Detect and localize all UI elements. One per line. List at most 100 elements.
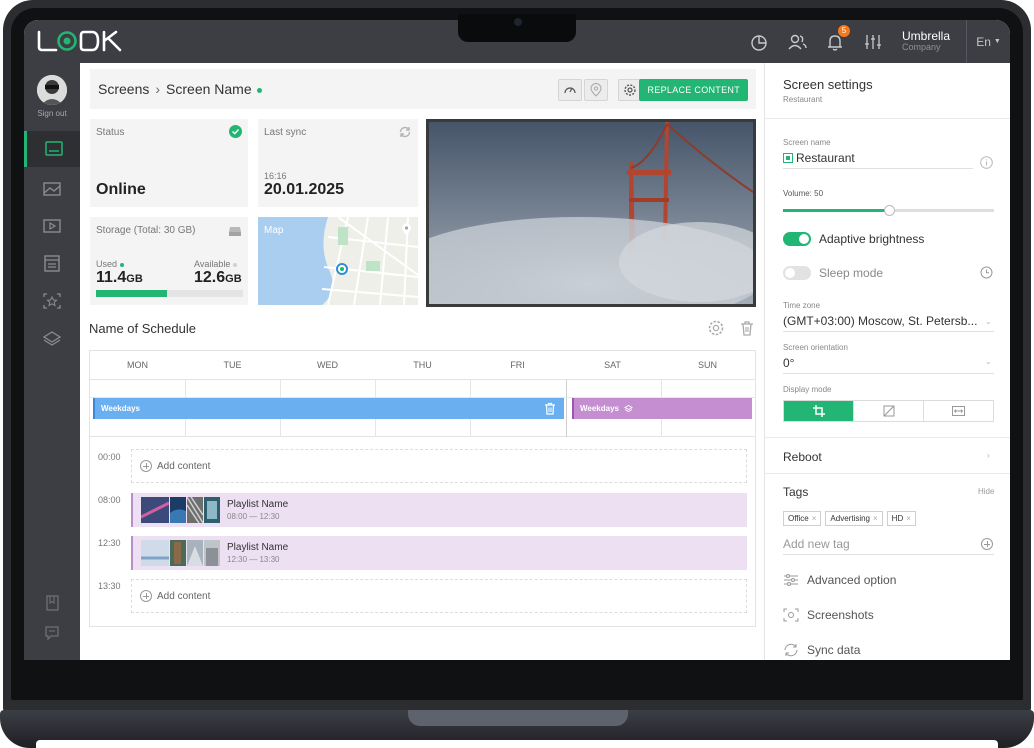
users-icon[interactable]	[786, 31, 808, 53]
notifications-icon[interactable]: 5	[824, 24, 850, 53]
sync-data-label: Sync data	[807, 643, 861, 657]
display-mode-stretch[interactable]	[854, 401, 924, 421]
slot-time: 12:30	[98, 538, 121, 548]
orientation-select[interactable]: 0°	[783, 356, 794, 370]
location-pin-icon	[590, 83, 602, 97]
sleep-mode-toggle[interactable]	[783, 266, 811, 280]
sidebar-item-schedule[interactable]	[24, 245, 80, 281]
close-icon[interactable]: ×	[873, 514, 878, 523]
company-switcher[interactable]: Umbrella Company	[902, 29, 950, 53]
playlist-thumbnail	[204, 497, 220, 523]
add-content-row[interactable]: Add content	[131, 449, 747, 483]
sign-out-link[interactable]: Sign out	[24, 109, 80, 118]
settings-button[interactable]	[618, 79, 642, 101]
storage-bar	[96, 290, 243, 297]
day-header: FRI	[510, 360, 525, 370]
divider	[765, 118, 1010, 119]
sidebar-item-layers[interactable]	[24, 321, 80, 357]
sidebar-item-playlists[interactable]	[24, 208, 80, 244]
slot-time: 08:00	[98, 495, 121, 505]
look-logo[interactable]	[36, 29, 124, 53]
day-header: SUN	[697, 360, 717, 370]
screen-name-value: Restaurant	[796, 151, 855, 165]
image-icon	[43, 182, 61, 196]
chevron-down-icon: ▼	[993, 38, 1001, 45]
playlist-row[interactable]: Playlist Name 08:00 — 12:30	[131, 493, 747, 527]
weekend-bar[interactable]: Weekdays	[572, 398, 752, 419]
playlist-icon	[43, 219, 61, 233]
volume-slider[interactable]	[783, 205, 994, 216]
breadcrumb-screens[interactable]: Screens	[98, 81, 149, 97]
breadcrumb-path: Screens › Screen Name	[98, 81, 262, 97]
notification-badge: 5	[837, 24, 850, 37]
screen-preview[interactable]	[426, 119, 756, 307]
trash-icon[interactable]	[544, 402, 556, 415]
speedometer-button[interactable]	[558, 79, 582, 101]
sidebar-item-media[interactable]	[24, 171, 80, 207]
advanced-option-row[interactable]: Advanced option	[783, 573, 896, 587]
screen-settings-panel: Screen settings Restaurant Screen name R…	[764, 63, 1010, 660]
tags-hide-link[interactable]: Hide	[978, 487, 994, 496]
screenshot-icon	[783, 608, 799, 622]
tag-chip[interactable]: HD ×	[886, 511, 916, 526]
last-sync-card: Last sync 16:16 20.01.2025	[258, 119, 418, 207]
refresh-icon[interactable]	[398, 125, 412, 139]
tag-chip[interactable]: Office ×	[783, 511, 822, 526]
screenshots-row[interactable]: Screenshots	[783, 608, 874, 622]
speedometer-icon	[564, 87, 576, 94]
weekdays-bar[interactable]: Weekdays	[93, 398, 564, 419]
equalizer-icon[interactable]	[862, 31, 884, 53]
analytics-icon[interactable]	[748, 31, 770, 53]
display-mode-crop[interactable]	[784, 401, 854, 421]
plus-circle-icon	[140, 460, 152, 472]
sidebar-item-chat[interactable]	[24, 615, 80, 651]
chevron-down-icon: ⌄	[985, 357, 992, 366]
map-label: Map	[264, 225, 284, 236]
toggle-knob	[785, 268, 795, 278]
timezone-select[interactable]: (GMT+03:00) Moscow, St. Petersb...	[783, 314, 977, 328]
adaptive-brightness-toggle[interactable]	[783, 232, 811, 246]
close-icon[interactable]: ×	[906, 514, 911, 523]
adaptive-brightness-label: Adaptive brightness	[819, 232, 925, 246]
map-card[interactable]: Map	[258, 217, 418, 305]
add-content-row[interactable]: Add content	[131, 579, 747, 613]
drive-icon	[229, 227, 241, 236]
sidebar-item-screens[interactable]	[24, 131, 80, 167]
color-marker	[783, 153, 793, 163]
replace-content-button[interactable]: REPLACE CONTENT	[639, 79, 748, 101]
check-circle-icon	[229, 125, 242, 138]
settings-subtitle: Restaurant	[783, 95, 823, 104]
volume-label: Volume: 50	[783, 189, 824, 198]
location-button[interactable]	[584, 79, 608, 101]
avatar[interactable]	[37, 75, 67, 105]
tag-chip[interactable]: Advertising ×	[825, 511, 883, 526]
plus-circle-icon	[140, 590, 152, 602]
add-tag-input[interactable]: Add new tag	[783, 537, 850, 551]
clock-icon[interactable]	[980, 266, 993, 279]
display-mode-selector	[783, 400, 994, 422]
reboot-row[interactable]: Reboot	[783, 450, 822, 464]
chevron-right-icon: ›	[987, 451, 990, 460]
plus-circle-icon[interactable]	[981, 538, 993, 550]
display-mode-fit[interactable]	[924, 401, 993, 421]
sync-data-row[interactable]: Sync data	[783, 643, 860, 657]
storage-card: Storage (Total: 30 GB) Used Available 11…	[90, 217, 248, 305]
screen-name-field[interactable]: Restaurant	[783, 151, 855, 165]
breadcrumb: Screens › Screen Name REPLACE CONTENT	[90, 69, 756, 109]
volume-slider-handle[interactable]	[883, 205, 895, 216]
tag-list: Office × Advertising × HD ×	[783, 508, 920, 526]
language-selector[interactable]: En ▼	[966, 20, 1010, 63]
close-icon[interactable]: ×	[812, 514, 817, 523]
sidebar-item-templates[interactable]	[24, 283, 80, 319]
info-icon[interactable]	[980, 156, 993, 169]
playlist-row[interactable]: Playlist Name 12:30 — 13:30	[131, 536, 747, 570]
orientation-label: Screen orientation	[783, 343, 848, 352]
chevron-down-icon: ⌄	[985, 317, 992, 326]
playlist-name: Playlist Name	[227, 499, 289, 510]
schedule-delete-icon[interactable]	[738, 319, 756, 337]
sliders-icon	[784, 574, 798, 586]
playlist-thumbnail	[204, 540, 220, 566]
schedule-settings-icon[interactable]	[707, 319, 725, 337]
calendar-icon	[44, 255, 60, 272]
storage-label: Storage (Total: 30 GB)	[96, 225, 196, 236]
